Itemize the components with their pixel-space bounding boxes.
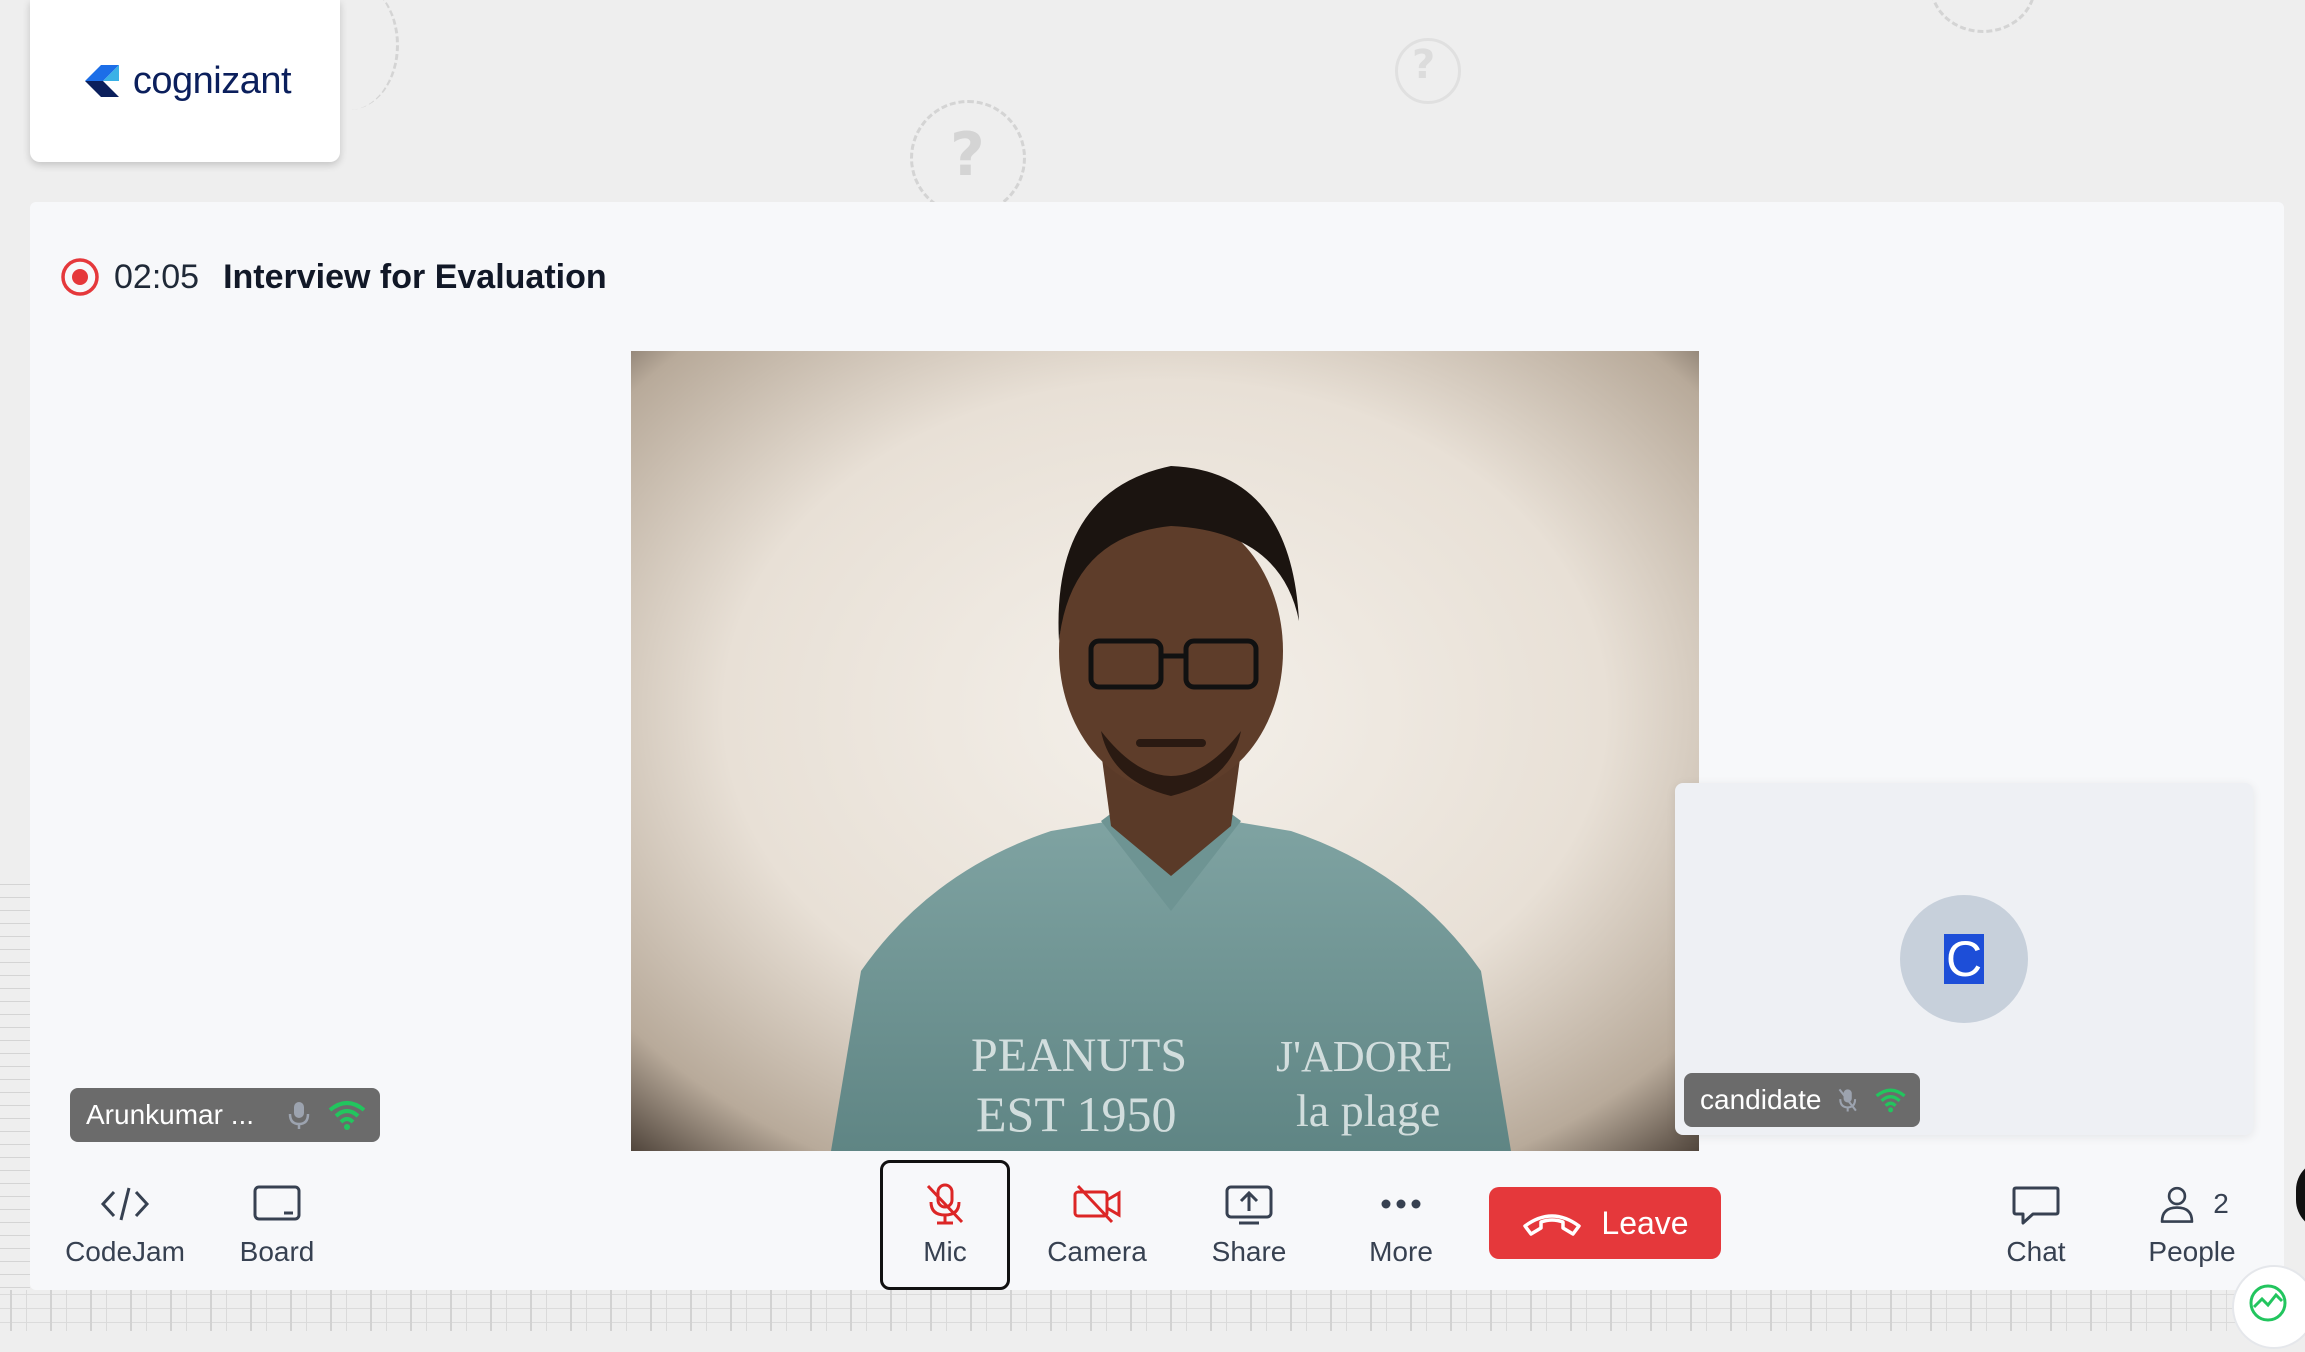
avatar-initial: C (1943, 931, 1985, 987)
more-button[interactable]: More (1336, 1160, 1466, 1290)
camera-toggle-button[interactable]: Camera (1032, 1160, 1162, 1290)
participant-video-image: PEANUTS EST 1950 J'ADORE la plage (631, 351, 1699, 1151)
hang-up-icon (1523, 1214, 1582, 1236)
share-screen-button[interactable]: Share (1184, 1160, 1314, 1290)
people-label: People (2148, 1236, 2236, 1267)
leave-button[interactable]: Leave (1489, 1187, 1721, 1259)
wifi-signal-icon (328, 1101, 366, 1130)
leave-label: Leave (1601, 1204, 1689, 1241)
brand-logo-card: cognizant (30, 0, 340, 162)
svg-text:J'ADORE: J'ADORE (1276, 1032, 1453, 1081)
mic-toggle-button[interactable]: Mic (880, 1160, 1010, 1290)
avatar: C (1900, 895, 2028, 1023)
mic-icon (288, 1102, 310, 1129)
camera-label: Camera (1047, 1236, 1147, 1267)
mic-label: Mic (923, 1236, 967, 1267)
chat-icon (2012, 1186, 2060, 1225)
codejam-label: CodeJam (65, 1236, 185, 1267)
svg-text:EST 1950: EST 1950 (976, 1086, 1177, 1142)
chat-button[interactable]: Chat (1971, 1160, 2101, 1290)
code-icon (100, 1187, 150, 1221)
participant-name: candidate (1700, 1084, 1822, 1115)
cognizant-logo-icon (84, 65, 119, 97)
edge-handle[interactable] (2296, 1160, 2305, 1230)
person-icon (2160, 1186, 2194, 1223)
participant-name: Arunkumar ... (86, 1099, 255, 1130)
meeting-header: 02:05 Interview for Evaluation (30, 252, 607, 302)
whiteboard-icon (253, 1185, 301, 1221)
background-pattern (0, 880, 30, 1300)
share-screen-icon (1225, 1185, 1273, 1225)
codejam-button[interactable]: CodeJam (60, 1160, 190, 1290)
board-button[interactable]: Board (212, 1160, 342, 1290)
meeting-title: Interview for Evaluation (223, 257, 607, 296)
brand-name: cognizant (132, 59, 292, 102)
more-label: More (1369, 1236, 1433, 1267)
board-label: Board (239, 1236, 315, 1267)
background-question-mark: ? (1412, 42, 1436, 88)
record-icon (61, 258, 99, 296)
wifi-signal-icon (1875, 1088, 1906, 1113)
participant-name-tag: Arunkumar ... (70, 1088, 380, 1142)
network-status-badge[interactable] (2232, 1265, 2305, 1349)
background-doodle (1930, 0, 2036, 33)
background-pattern (0, 1290, 2305, 1331)
mic-off-icon (1839, 1088, 1858, 1112)
recording-timer: 02:05 (114, 257, 200, 296)
svg-text:PEANUTS: PEANUTS (971, 1029, 1187, 1082)
network-quality-icon (2249, 1284, 2287, 1322)
share-label: Share (1211, 1236, 1287, 1267)
people-count: 2 (2213, 1188, 2229, 1219)
background-question-mark: ? (950, 120, 985, 190)
people-icon-group: 2 (2155, 1182, 2229, 1226)
more-dots-icon (1381, 1199, 1421, 1209)
svg-text:la plage: la plage (1296, 1085, 1440, 1136)
participant-name-tag: candidate (1684, 1073, 1920, 1127)
camera-off-icon (1073, 1184, 1121, 1224)
mic-off-icon (926, 1183, 964, 1225)
main-video-feed[interactable]: PEANUTS EST 1950 J'ADORE la plage (631, 351, 1699, 1151)
chat-label: Chat (2006, 1236, 2066, 1267)
